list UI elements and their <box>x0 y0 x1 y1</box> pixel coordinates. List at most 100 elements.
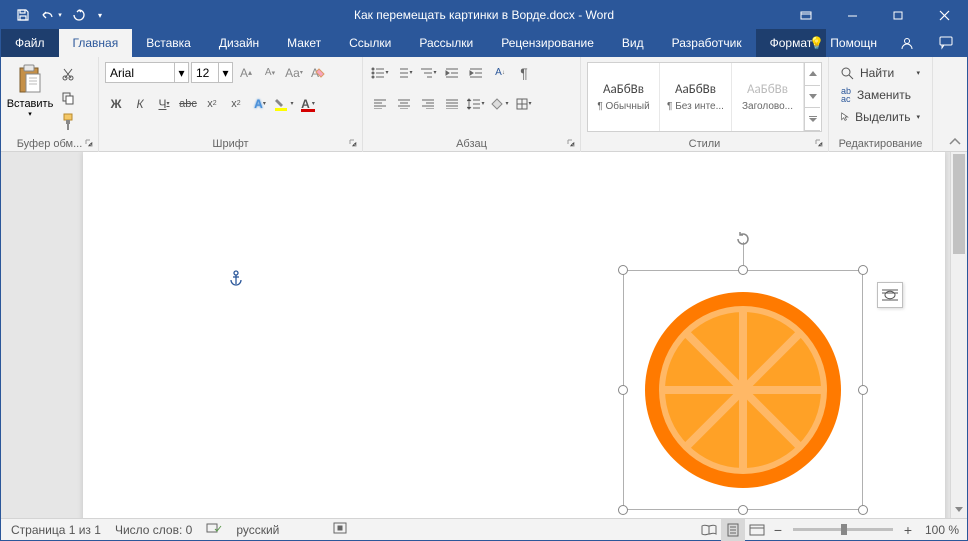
format-painter-button[interactable] <box>57 112 79 132</box>
styles-launcher[interactable] <box>812 136 826 150</box>
underline-button[interactable]: Ч▾ <box>153 93 175 115</box>
styles-scroll-up[interactable] <box>805 63 820 86</box>
font-size-combo[interactable]: 12▾ <box>191 62 233 83</box>
font-name-combo[interactable]: Arial▾ <box>105 62 189 83</box>
shading-button[interactable]: ▾ <box>489 93 511 115</box>
zoom-out-button[interactable]: − <box>769 519 787 541</box>
clipboard-launcher[interactable] <box>82 136 96 150</box>
tab-file[interactable]: Файл <box>1 29 59 57</box>
page-count[interactable]: Страница 1 из 1 <box>11 523 101 537</box>
save-button[interactable] <box>9 1 37 29</box>
word-count[interactable]: Число слов: 0 <box>115 523 192 537</box>
undo-button[interactable]: ▾ <box>37 1 65 29</box>
justify-button[interactable] <box>441 93 463 115</box>
font-color-button[interactable]: A▾ <box>297 93 319 115</box>
anchor-icon[interactable] <box>229 270 243 289</box>
grow-font-button[interactable]: A▴ <box>235 62 257 84</box>
macro-icon[interactable] <box>333 522 347 537</box>
tab-home[interactable]: Главная <box>59 29 133 57</box>
shrink-font-button[interactable]: A▾ <box>259 62 281 84</box>
zoom-level[interactable]: 100 % <box>925 523 959 537</box>
scroll-down-button[interactable] <box>951 501 967 518</box>
styles-scroll-down[interactable] <box>805 86 820 109</box>
numbering-button[interactable]: ▾ <box>393 62 415 84</box>
style-name: ¶ Без инте... <box>667 101 724 112</box>
tab-insert[interactable]: Вставка <box>132 29 205 57</box>
redo-button[interactable] <box>65 1 93 29</box>
copy-button[interactable] <box>57 88 79 108</box>
increase-indent-button[interactable] <box>465 62 487 84</box>
layout-options-button[interactable] <box>877 282 903 308</box>
multilevel-button[interactable]: ▾ <box>417 62 439 84</box>
inserted-picture[interactable] <box>641 288 845 492</box>
tab-references[interactable]: Ссылки <box>335 29 405 57</box>
language-label[interactable]: русский <box>236 523 279 537</box>
spell-check-icon[interactable] <box>206 521 222 538</box>
paragraph-launcher[interactable] <box>564 136 578 150</box>
resize-handle-right[interactable] <box>858 385 868 395</box>
clear-format-button[interactable]: A <box>307 62 329 84</box>
picture-selection[interactable] <box>623 270 863 510</box>
resize-handle-left[interactable] <box>618 385 628 395</box>
borders-button[interactable]: ▾ <box>513 93 535 115</box>
tab-review[interactable]: Рецензирование <box>487 29 608 57</box>
style-heading1[interactable]: АаБбВвЗаголово... <box>732 63 804 131</box>
page[interactable] <box>83 152 945 518</box>
align-right-button[interactable] <box>417 93 439 115</box>
zoom-slider-thumb[interactable] <box>841 524 847 535</box>
tab-design[interactable]: Дизайн <box>205 29 273 57</box>
subscript-button[interactable]: x2 <box>201 93 223 115</box>
tell-me-button[interactable]: 💡Помощн <box>799 36 887 50</box>
scrollbar-thumb[interactable] <box>953 154 965 254</box>
replace-button[interactable]: abacЗаменить <box>835 84 926 106</box>
highlight-button[interactable]: ▾ <box>273 93 295 115</box>
qat-customize-button[interactable]: ▾ <box>93 1 107 29</box>
resize-handle-bottom[interactable] <box>738 505 748 515</box>
zoom-slider[interactable] <box>793 528 893 531</box>
vertical-scrollbar[interactable] <box>950 152 967 518</box>
decrease-indent-button[interactable] <box>441 62 463 84</box>
tab-developer[interactable]: Разработчик <box>658 29 756 57</box>
read-mode-button[interactable] <box>697 519 721 541</box>
strikethrough-button[interactable]: abc <box>177 93 199 115</box>
line-spacing-button[interactable]: ▾ <box>465 93 487 115</box>
comments-button[interactable] <box>927 29 967 57</box>
collapse-ribbon-button[interactable] <box>949 135 961 149</box>
resize-handle-bottom-right[interactable] <box>858 505 868 515</box>
paste-button[interactable]: Вставить ▾ <box>7 60 53 132</box>
resize-handle-bottom-left[interactable] <box>618 505 628 515</box>
show-paragraph-button[interactable]: ¶ <box>513 62 535 84</box>
find-button[interactable]: Найти▾ <box>835 62 926 84</box>
bullets-button[interactable]: ▾ <box>369 62 391 84</box>
rotation-handle[interactable] <box>734 230 752 251</box>
minimize-button[interactable] <box>829 1 875 29</box>
print-layout-button[interactable] <box>721 519 745 541</box>
bold-button[interactable]: Ж <box>105 93 127 115</box>
font-launcher[interactable] <box>346 136 360 150</box>
italic-button[interactable]: К <box>129 93 151 115</box>
change-case-button[interactable]: Aa▾ <box>283 62 305 84</box>
web-layout-button[interactable] <box>745 519 769 541</box>
zoom-in-button[interactable]: + <box>899 519 917 541</box>
maximize-button[interactable] <box>875 1 921 29</box>
group-editing: Найти▾ abacЗаменить Выделить▾ Редактиров… <box>829 57 933 152</box>
close-button[interactable] <box>921 1 967 29</box>
resize-handle-top-right[interactable] <box>858 265 868 275</box>
select-button[interactable]: Выделить▾ <box>835 106 926 128</box>
tab-layout[interactable]: Макет <box>273 29 335 57</box>
styles-expand[interactable] <box>805 108 820 131</box>
align-center-button[interactable] <box>393 93 415 115</box>
style-normal[interactable]: АаБбВв¶ Обычный <box>588 63 660 131</box>
tab-mailings[interactable]: Рассылки <box>405 29 487 57</box>
resize-handle-top-left[interactable] <box>618 265 628 275</box>
tab-view[interactable]: Вид <box>608 29 658 57</box>
style-no-spacing[interactable]: АаБбВв¶ Без инте... <box>660 63 732 131</box>
text-effects-button[interactable]: A▾ <box>249 93 271 115</box>
align-left-button[interactable] <box>369 93 391 115</box>
account-button[interactable] <box>887 29 927 57</box>
sort-button[interactable]: A↓ <box>489 62 511 84</box>
cut-button[interactable] <box>57 64 79 84</box>
resize-handle-top[interactable] <box>738 265 748 275</box>
superscript-button[interactable]: x2 <box>225 93 247 115</box>
ribbon-display-button[interactable] <box>783 1 829 29</box>
